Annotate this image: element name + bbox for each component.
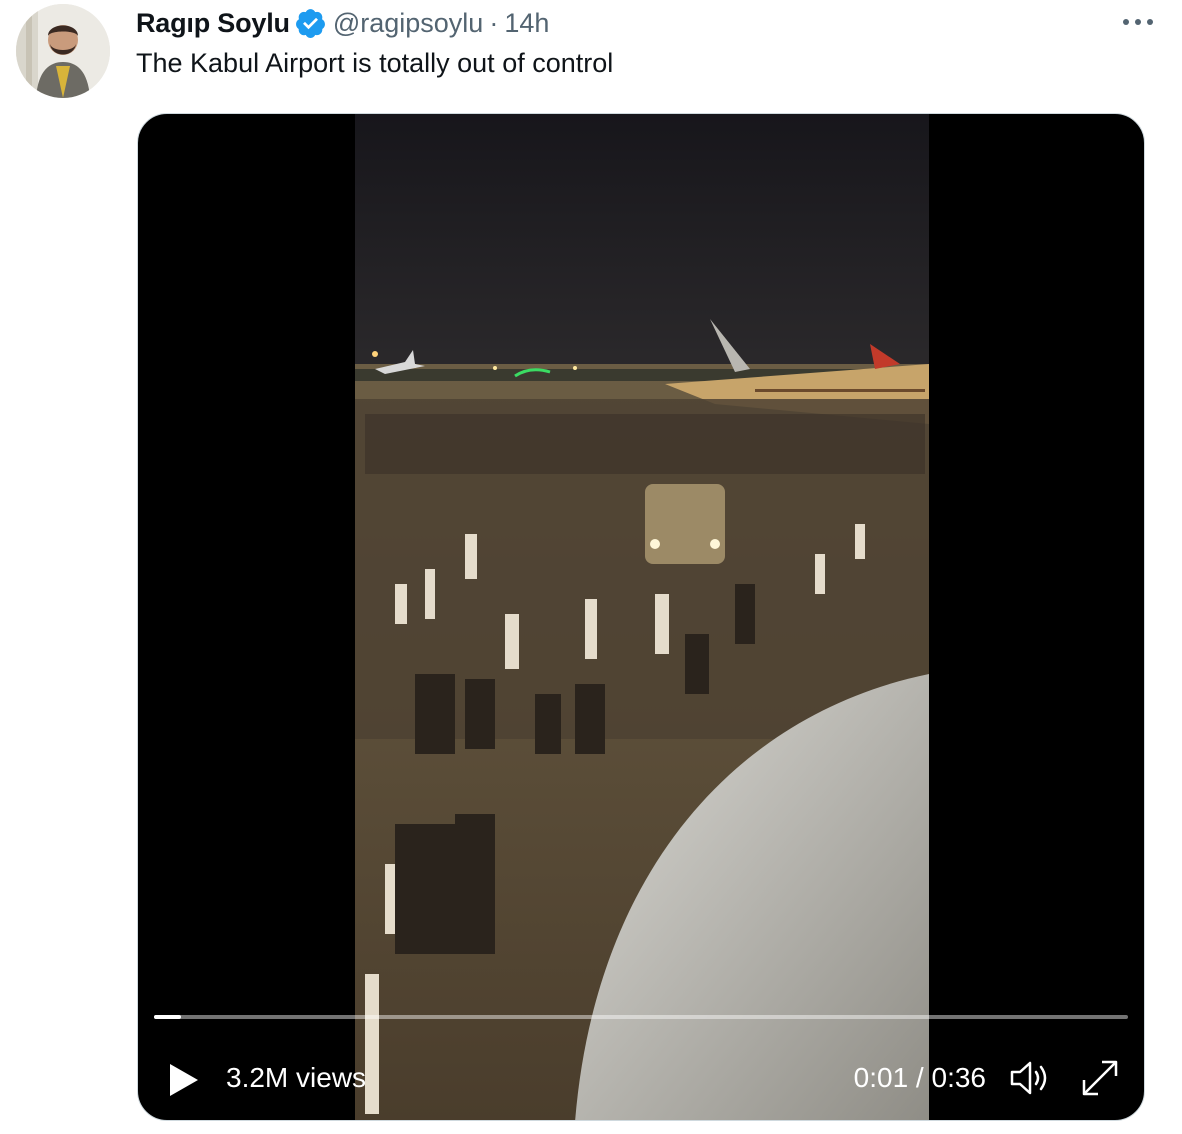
duration: 0:36 [931, 1062, 987, 1093]
tweet-text: The Kabul Airport is totally out of cont… [136, 48, 614, 78]
timestamp[interactable]: 14h [504, 8, 549, 39]
volume-button[interactable] [1008, 1058, 1052, 1098]
current-time: 0:01 [853, 1062, 909, 1093]
video-progress-bar[interactable] [154, 1015, 1128, 1019]
volume-icon [1008, 1061, 1052, 1102]
avatar[interactable] [16, 4, 110, 98]
play-button[interactable] [162, 1060, 202, 1100]
video-frame[interactable] [355, 114, 929, 1120]
more-options-icon [1122, 13, 1154, 31]
view-count: 3.2M views [226, 1062, 367, 1093]
timecode: 0:01 / 0:36 [854, 1062, 986, 1094]
handle[interactable]: @ragipsoylu [333, 8, 483, 39]
video-player[interactable]: 3.2M views 0:01 / 0:36 [137, 113, 1145, 1121]
separator-dot: · [489, 7, 499, 38]
fullscreen-icon [1078, 1060, 1122, 1104]
play-icon [162, 1064, 202, 1104]
display-name[interactable]: Ragıp Soylu [136, 8, 290, 39]
video-progress-fill [154, 1015, 182, 1019]
tweet-header: Ragıp Soylu @ragipsoylu · 14h [136, 4, 549, 42]
verified-badge-icon [294, 7, 327, 40]
more-options-button[interactable] [1120, 8, 1156, 36]
video-controls: 3.2M views 0:01 / 0:36 [138, 1030, 1144, 1120]
fullscreen-button[interactable] [1078, 1056, 1122, 1100]
time-separator: / [908, 1062, 932, 1093]
